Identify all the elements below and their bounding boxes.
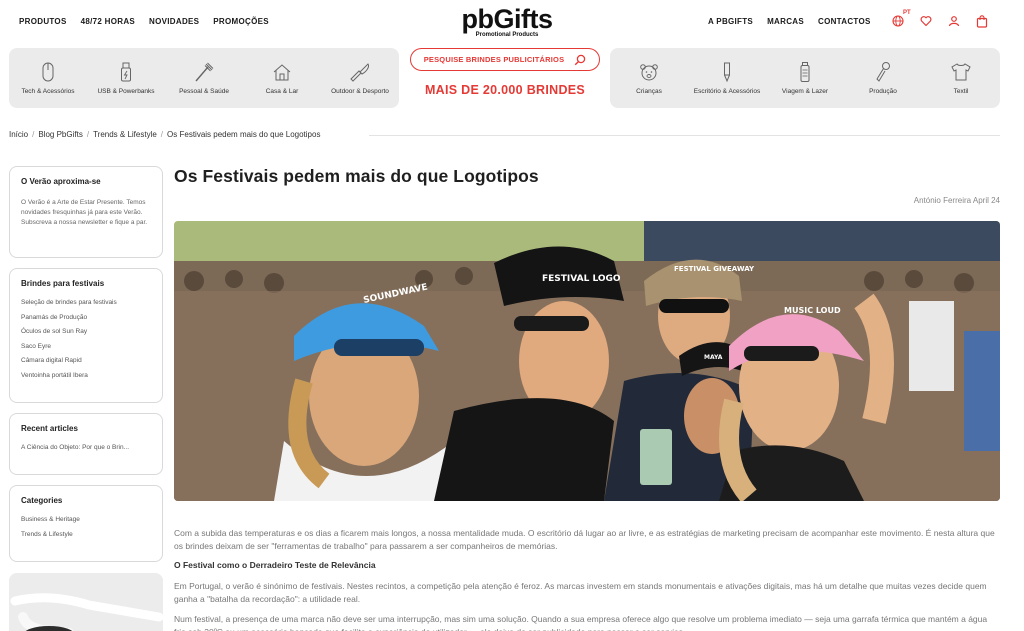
menu-promocoes[interactable]: PROMOÇÕES (213, 17, 269, 26)
usb-icon (121, 62, 131, 81)
bear-icon (640, 63, 658, 80)
category-label: Textil (953, 87, 969, 95)
sidebar-festival-box: Brindes para festivais Seleção de brinde… (9, 268, 163, 403)
menu-novidades[interactable]: NOVIDADES (149, 17, 199, 26)
category-label: Outdoor & Desporto (331, 87, 389, 95)
sunglasses-icon (9, 573, 163, 631)
header-utilities: PT (891, 10, 989, 28)
sidebar-link[interactable]: A Ciência do Objeto: Por que o Brin... (21, 441, 151, 456)
account-button[interactable] (947, 14, 961, 28)
language-selector[interactable]: PT (891, 10, 911, 28)
sidebar-link[interactable]: Saco Eyre (21, 340, 151, 355)
search-label: PESQUISE BRINDES PUBLICITÁRIOS (423, 55, 565, 64)
menu-contactos[interactable]: CONTACTOS (818, 17, 871, 26)
heart-icon (920, 16, 932, 27)
breadcrumb-separator: / (32, 130, 35, 139)
article-title: Os Festivais pedem mais do que Logotipos (174, 166, 539, 186)
category-casa[interactable]: Casa & Lar (245, 61, 320, 96)
category-label: Casa & Lar (265, 87, 299, 95)
logo-text: pbGifts (461, 4, 554, 34)
category-label: Escritório & Acessórios (693, 87, 761, 95)
category-viagem[interactable]: Viagem & Lazer (768, 61, 843, 96)
hat-text: MAYA (704, 354, 723, 361)
category-label: Viagem & Lazer (781, 87, 829, 95)
category-bar-right: Crianças Escritório & Acessórios Viagem … (610, 48, 1000, 108)
sidebar-link[interactable]: Seleção de brindes para festivais (21, 296, 151, 311)
menu-48-72-horas[interactable]: 48/72 HORAS (81, 17, 135, 26)
breadcrumb-separator: / (160, 130, 164, 139)
category-textil[interactable]: Textil (924, 61, 999, 96)
category-producao[interactable]: Produção (846, 61, 921, 96)
article-paragraph: Com a subida das temperaturas e os dias … (174, 528, 995, 551)
category-tech[interactable]: Tech & Acessórios (11, 61, 86, 96)
breadcrumb-category[interactable]: Trends & Lifestyle (93, 130, 157, 139)
search-icon (575, 54, 586, 65)
sidebar-link[interactable]: Óculos de sol Sun Ray (21, 325, 151, 340)
hat-text: FESTIVAL GIVEAWAY (674, 265, 755, 273)
category-outdoor[interactable]: Outdoor & Desporto (323, 61, 398, 96)
article-hero-image: SOUNDWAVE FESTIVAL LOGO FESTIVAL GIVEAWA… (174, 221, 1000, 501)
cart-button[interactable] (975, 14, 989, 28)
sidebar-link[interactable]: Câmara digital Rapid (21, 354, 151, 369)
category-label: Tech & Acessórios (21, 87, 75, 95)
menu-marcas[interactable]: MARCAS (767, 17, 804, 26)
category-label: Produção (869, 87, 897, 95)
headline-banner: MAIS DE 20.000 BRINDES (424, 83, 586, 97)
category-pessoal[interactable]: Pessoal & Saúde (167, 61, 242, 96)
language-code: PT (903, 10, 911, 16)
paint-icon (876, 61, 890, 82)
article-byline: António Ferreira April 24 (913, 196, 1000, 205)
sidebar-summer-title: O Verão aproxima-se (21, 177, 101, 186)
sidebar-recent-title: Recent articles (21, 424, 78, 433)
sidebar-link[interactable]: Business & Heritage (21, 513, 151, 528)
sidebar-promo-image[interactable] (9, 573, 163, 631)
sidebar-link[interactable]: Panamás de Produção (21, 311, 151, 326)
breadcrumb: Início / Blog PbGifts / Trends & Lifesty… (9, 130, 320, 139)
article-paragraph: Num festival, a presença de uma marca nã… (174, 614, 988, 631)
bag-icon (976, 14, 988, 28)
sidebar-festival-title: Brindes para festivais (21, 279, 105, 288)
search-products-button[interactable]: PESQUISE BRINDES PUBLICITÁRIOS (410, 48, 600, 71)
article-paragraph: Em Portugal, o verão é sinónimo de festi… (174, 581, 987, 604)
menu-produtos[interactable]: PRODUTOS (19, 17, 67, 26)
sidebar-summer-box: O Verão aproxima-se O Verão é a Arte de … (9, 166, 163, 258)
category-label: Crianças (636, 87, 662, 95)
user-icon (948, 16, 960, 27)
breadcrumb-current: Os Festivais pedem mais do que Logotipos (167, 130, 321, 139)
globe-icon (892, 15, 904, 27)
knife-icon (350, 62, 369, 82)
house-icon (273, 63, 291, 80)
breadcrumb-blog[interactable]: Blog PbGifts (38, 130, 82, 139)
festival-crowd-photo: SOUNDWAVE FESTIVAL LOGO FESTIVAL GIVEAWA… (174, 221, 1000, 501)
main-menu: PRODUTOS 48/72 HORAS NOVIDADES PROMOÇÕES (19, 17, 269, 26)
category-escritorio[interactable]: Escritório & Acessórios (690, 61, 765, 96)
category-usb[interactable]: USB & Powerbanks (89, 61, 164, 96)
hat-text: MUSIC LOUD (784, 306, 841, 315)
sidebar-recent-box: Recent articles A Ciência do Objeto: Por… (9, 413, 163, 475)
sidebar-link[interactable]: Ventoinha portátil Ibera (21, 369, 151, 384)
pen-icon (724, 62, 730, 82)
breadcrumb-home[interactable]: Início (9, 130, 28, 139)
toothbrush-icon (195, 62, 214, 81)
tshirt-icon (951, 62, 971, 80)
wishlist-button[interactable] (919, 14, 933, 28)
breadcrumb-separator: / (86, 130, 90, 139)
secondary-menu: A PBGIFTS MARCAS CONTACTOS (708, 17, 871, 26)
sidebar-link[interactable]: Trends & Lifestyle (21, 528, 151, 543)
category-criancas[interactable]: Crianças (612, 61, 687, 96)
category-bar-left: Tech & Acessórios USB & Powerbanks Pesso… (9, 48, 399, 108)
sidebar-summer-text: O Verão é a Arte de Estar Presente. Temo… (21, 199, 148, 226)
sidebar-categories-box: Categories Business & Heritage Trends & … (9, 485, 163, 562)
category-label: Pessoal & Saúde (179, 87, 229, 95)
menu-a-pbgifts[interactable]: A PBGIFTS (708, 17, 753, 26)
hat-text: FESTIVAL LOGO (542, 274, 621, 284)
site-logo[interactable]: pbGifts Promotional Products (452, 5, 562, 43)
top-navigation: PRODUTOS 48/72 HORAS NOVIDADES PROMOÇÕES… (0, 0, 1024, 46)
category-label: USB & Powerbanks (97, 87, 155, 95)
breadcrumb-divider (369, 135, 1000, 136)
bottle-icon (800, 61, 810, 82)
mouse-icon (42, 62, 54, 81)
sidebar-categories-title: Categories (21, 496, 63, 505)
article-subheading: O Festival como o Derradeiro Teste de Re… (174, 560, 376, 570)
